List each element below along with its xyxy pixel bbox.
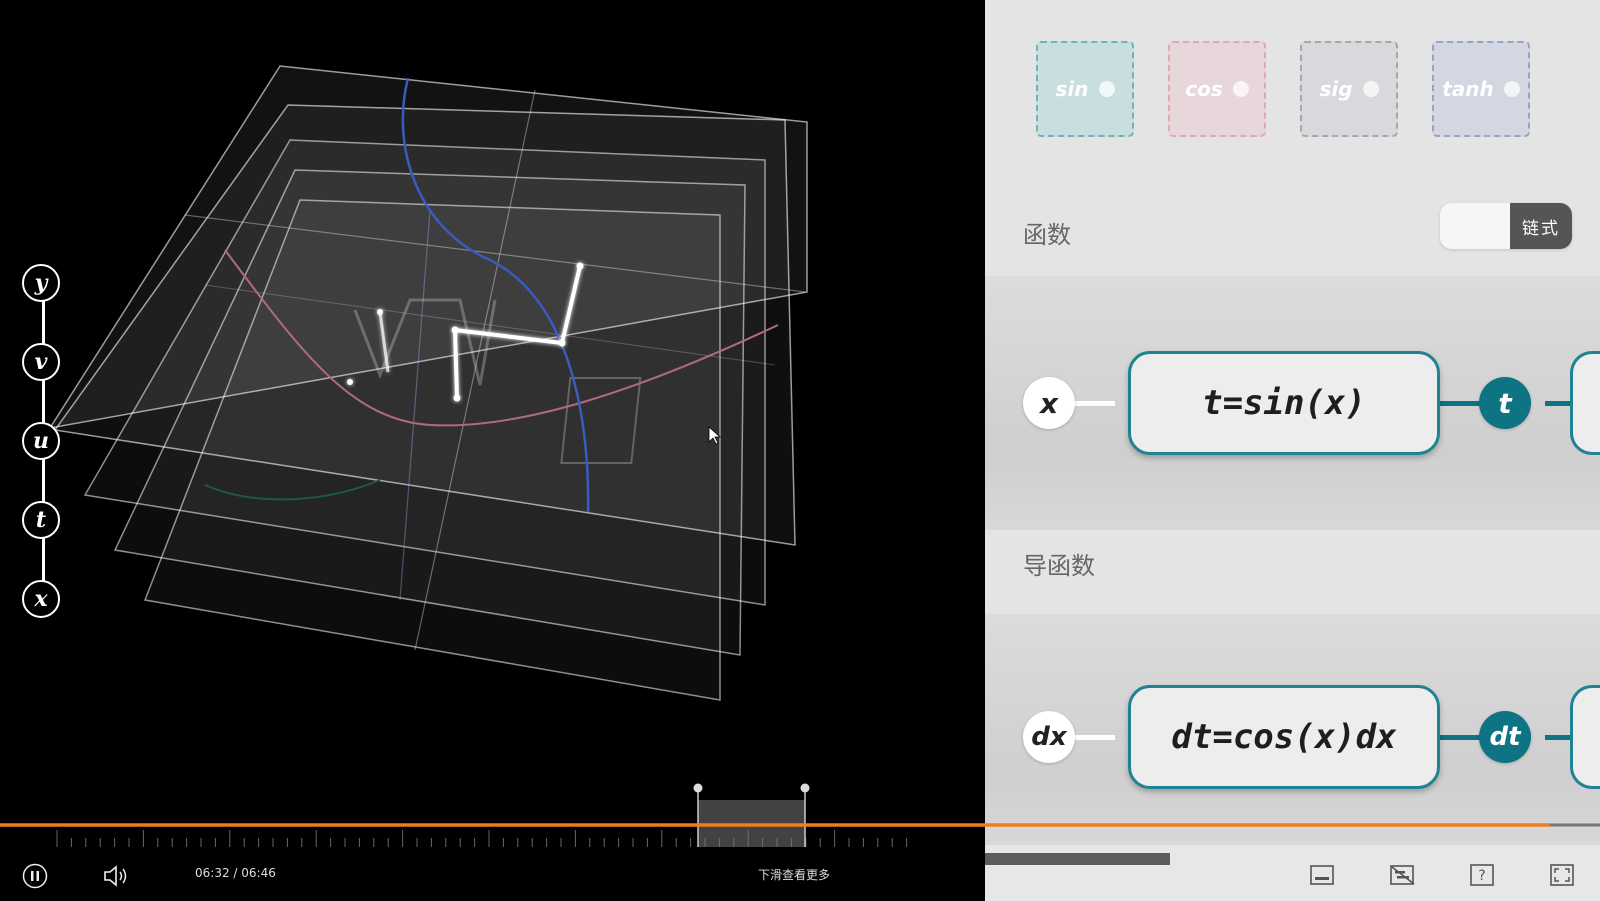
pause-button[interactable] [22,863,48,893]
chip-dot [1232,81,1249,97]
pause-icon [22,863,48,889]
scroll-hint: 下滑查看更多 [758,868,831,882]
danmaku-toggle-button[interactable] [1390,864,1416,890]
layer-button-x[interactable]: x [22,580,60,618]
output-node-dt[interactable]: dt [1479,711,1531,763]
no-danmaku-icon [1390,865,1415,885]
chip-label: sin [1055,77,1089,101]
layer-button-y[interactable]: y [22,264,60,302]
chip-label: cos [1185,77,1223,101]
preview-handle-left[interactable] [693,783,703,793]
layer-button-v[interactable]: v [22,343,60,381]
layer-button-u[interactable]: u [22,422,60,460]
chip-label: sig [1319,77,1353,101]
chain-toggle[interactable]: 链式 [1440,203,1572,249]
svg-text:?: ? [1478,868,1485,884]
layer-button-t[interactable]: t [22,501,60,539]
chip-dot [1098,81,1115,97]
volume-icon [104,865,127,887]
volume-button[interactable] [103,865,131,891]
toggle-label: 链式 [1510,203,1572,249]
help-button[interactable]: ? [1470,864,1494,890]
fullscreen-icon [1550,864,1574,886]
layer-axis: y v u t x [22,264,66,629]
help-icon: ? [1470,864,1494,886]
layered-planes-scene [48,65,808,701]
time-display: 06:32 / 06:46 [195,866,276,880]
caption-button[interactable] [1310,864,1334,890]
chip-label: tanh [1442,77,1494,101]
visualization-canvas[interactable]: y v u t x [0,0,985,845]
function-graph: x t=sin(x) t [985,276,1600,530]
toggle-knob [1440,203,1510,249]
chip-tanh[interactable]: tanh [1432,41,1530,137]
next-derivative-box[interactable] [1570,685,1600,789]
fullscreen-button[interactable] [1550,864,1574,890]
caption-icon [1310,865,1334,885]
chip-cos[interactable]: cos [1168,41,1266,137]
buffer-indicator [985,853,1170,865]
function-box[interactable]: t=sin(x) [1128,351,1440,455]
function-panel: sin cos sig tanh 函数 链式 x t=sin(x) t 导函数 … [985,0,1600,845]
preview-handle-right[interactable] [800,783,810,793]
chip-dot [1362,81,1379,97]
next-function-box[interactable] [1570,351,1600,455]
control-bar-right [985,845,1600,901]
derivative-box[interactable]: dt=cos(x)dx [1128,685,1440,789]
timeline[interactable] [0,780,1600,850]
chip-dot [1503,81,1520,97]
chip-sig[interactable]: sig [1300,41,1398,137]
output-node-t[interactable]: t [1479,377,1531,429]
chip-sin[interactable]: sin [1036,41,1134,137]
input-node-x[interactable]: x [1023,377,1075,429]
derivative-section-label: 导函数 [1023,552,1095,580]
input-node-dx[interactable]: dx [1023,711,1075,763]
function-section-label: 函数 [1023,221,1071,249]
